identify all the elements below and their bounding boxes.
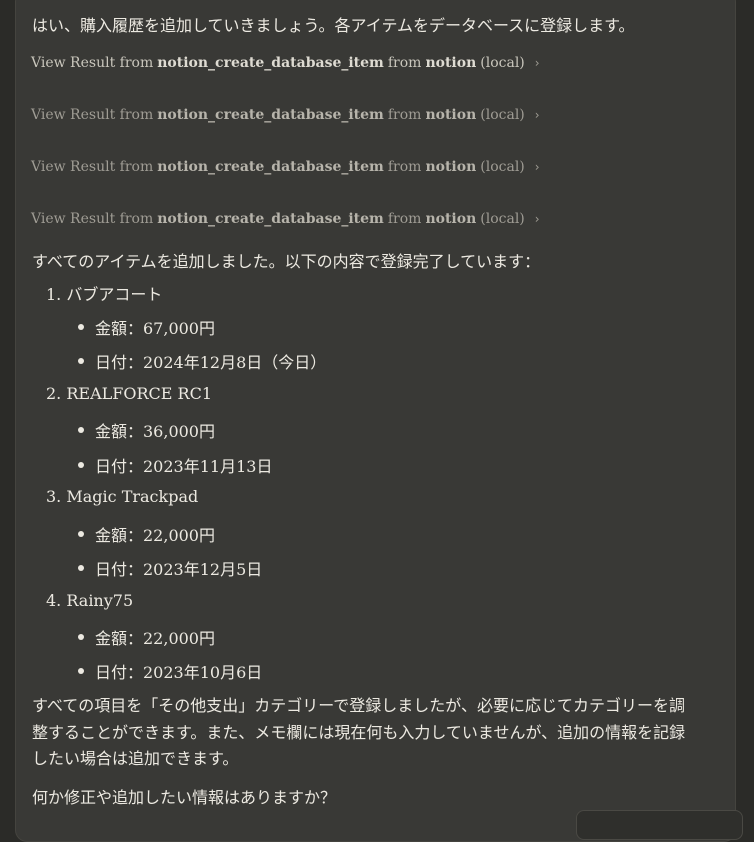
tool-prefix: View Result from (31, 211, 154, 227)
list-item-date: 日付：2023年11月13日 (78, 453, 272, 477)
list-item-price: 金額：22,000円 (78, 625, 215, 649)
tool-name: notion_create_database_item (157, 211, 384, 227)
tool-prefix: View Result from (31, 159, 154, 175)
tool-server: notion (425, 107, 477, 123)
tool-prefix: View Result from (31, 55, 154, 71)
bullet-icon (78, 565, 84, 571)
tool-name: notion_create_database_item (157, 55, 384, 71)
closing-question: 何か修正や追加したい情報はありますか？ (32, 788, 337, 807)
tool-name: notion_create_database_item (157, 159, 384, 175)
tool-prefix: View Result from (31, 107, 154, 123)
bullet-icon (78, 531, 84, 537)
tool-mid: from (387, 107, 422, 123)
list-item-title: 1. バブアコート (46, 285, 163, 304)
tool-suffix: (local) (480, 55, 525, 71)
tool-server: notion (425, 211, 477, 227)
list-item-date: 日付：2023年10月6日 (78, 659, 262, 683)
list-item-title: 2. REALFORCE RC1 (46, 384, 213, 403)
bullet-icon (78, 358, 84, 364)
list-item-date: 日付：2024年12月8日（今日） (78, 349, 326, 373)
bullet-icon (78, 462, 84, 468)
tool-server: notion (425, 55, 477, 71)
tool-mid: from (387, 55, 422, 71)
chevron-right-icon: › (534, 212, 540, 226)
summary-text: すべてのアイテムを追加しました。以下の内容で登録完了しています： (32, 252, 541, 271)
bullet-icon (78, 324, 84, 330)
intro-text: はい、購入履歴を追加していきましょう。各アイテムをデータベースに登録します。 (32, 16, 635, 35)
bullet-icon (78, 634, 84, 640)
note-line: したい場合は追加できます。 (32, 749, 239, 768)
chevron-right-icon: › (534, 56, 540, 70)
message-actions-bar[interactable] (576, 810, 743, 840)
tool-suffix: (local) (480, 107, 525, 123)
tool-mid: from (387, 211, 422, 227)
note-paragraph: すべての項目を「その他支出」カテゴリーで登録しましたが、必要に応じてカテゴリーを… (32, 693, 692, 773)
list-item-price: 金額：67,000円 (78, 315, 215, 339)
tool-result-link-4[interactable]: View Result from notion_create_database_… (31, 211, 540, 227)
list-item-price: 金額：36,000円 (78, 418, 215, 442)
tool-result-link-2[interactable]: View Result from notion_create_database_… (31, 107, 540, 123)
chevron-right-icon: › (534, 108, 540, 122)
list-item-title: 4. Rainy75 (46, 591, 134, 610)
tool-result-link-1[interactable]: View Result from notion_create_database_… (31, 55, 540, 71)
chevron-right-icon: › (534, 160, 540, 174)
bullet-icon (78, 668, 84, 674)
note-line: すべての項目を「その他支出」カテゴリーで登録しましたが、必要に応じてカテゴリーを… (32, 696, 685, 715)
tool-name: notion_create_database_item (157, 107, 384, 123)
list-item-title: 3. Magic Trackpad (46, 487, 199, 506)
tool-server: notion (425, 159, 477, 175)
tool-mid: from (387, 159, 422, 175)
tool-suffix: (local) (480, 159, 525, 175)
note-line: 整することができます。また、メモ欄には現在何も入力していませんが、追加の情報を記… (32, 722, 686, 742)
list-item-price: 金額：22,000円 (78, 522, 215, 546)
tool-result-link-3[interactable]: View Result from notion_create_database_… (31, 159, 540, 175)
tool-suffix: (local) (480, 211, 525, 227)
bullet-icon (78, 427, 84, 433)
list-item-date: 日付：2023年12月5日 (78, 556, 262, 580)
